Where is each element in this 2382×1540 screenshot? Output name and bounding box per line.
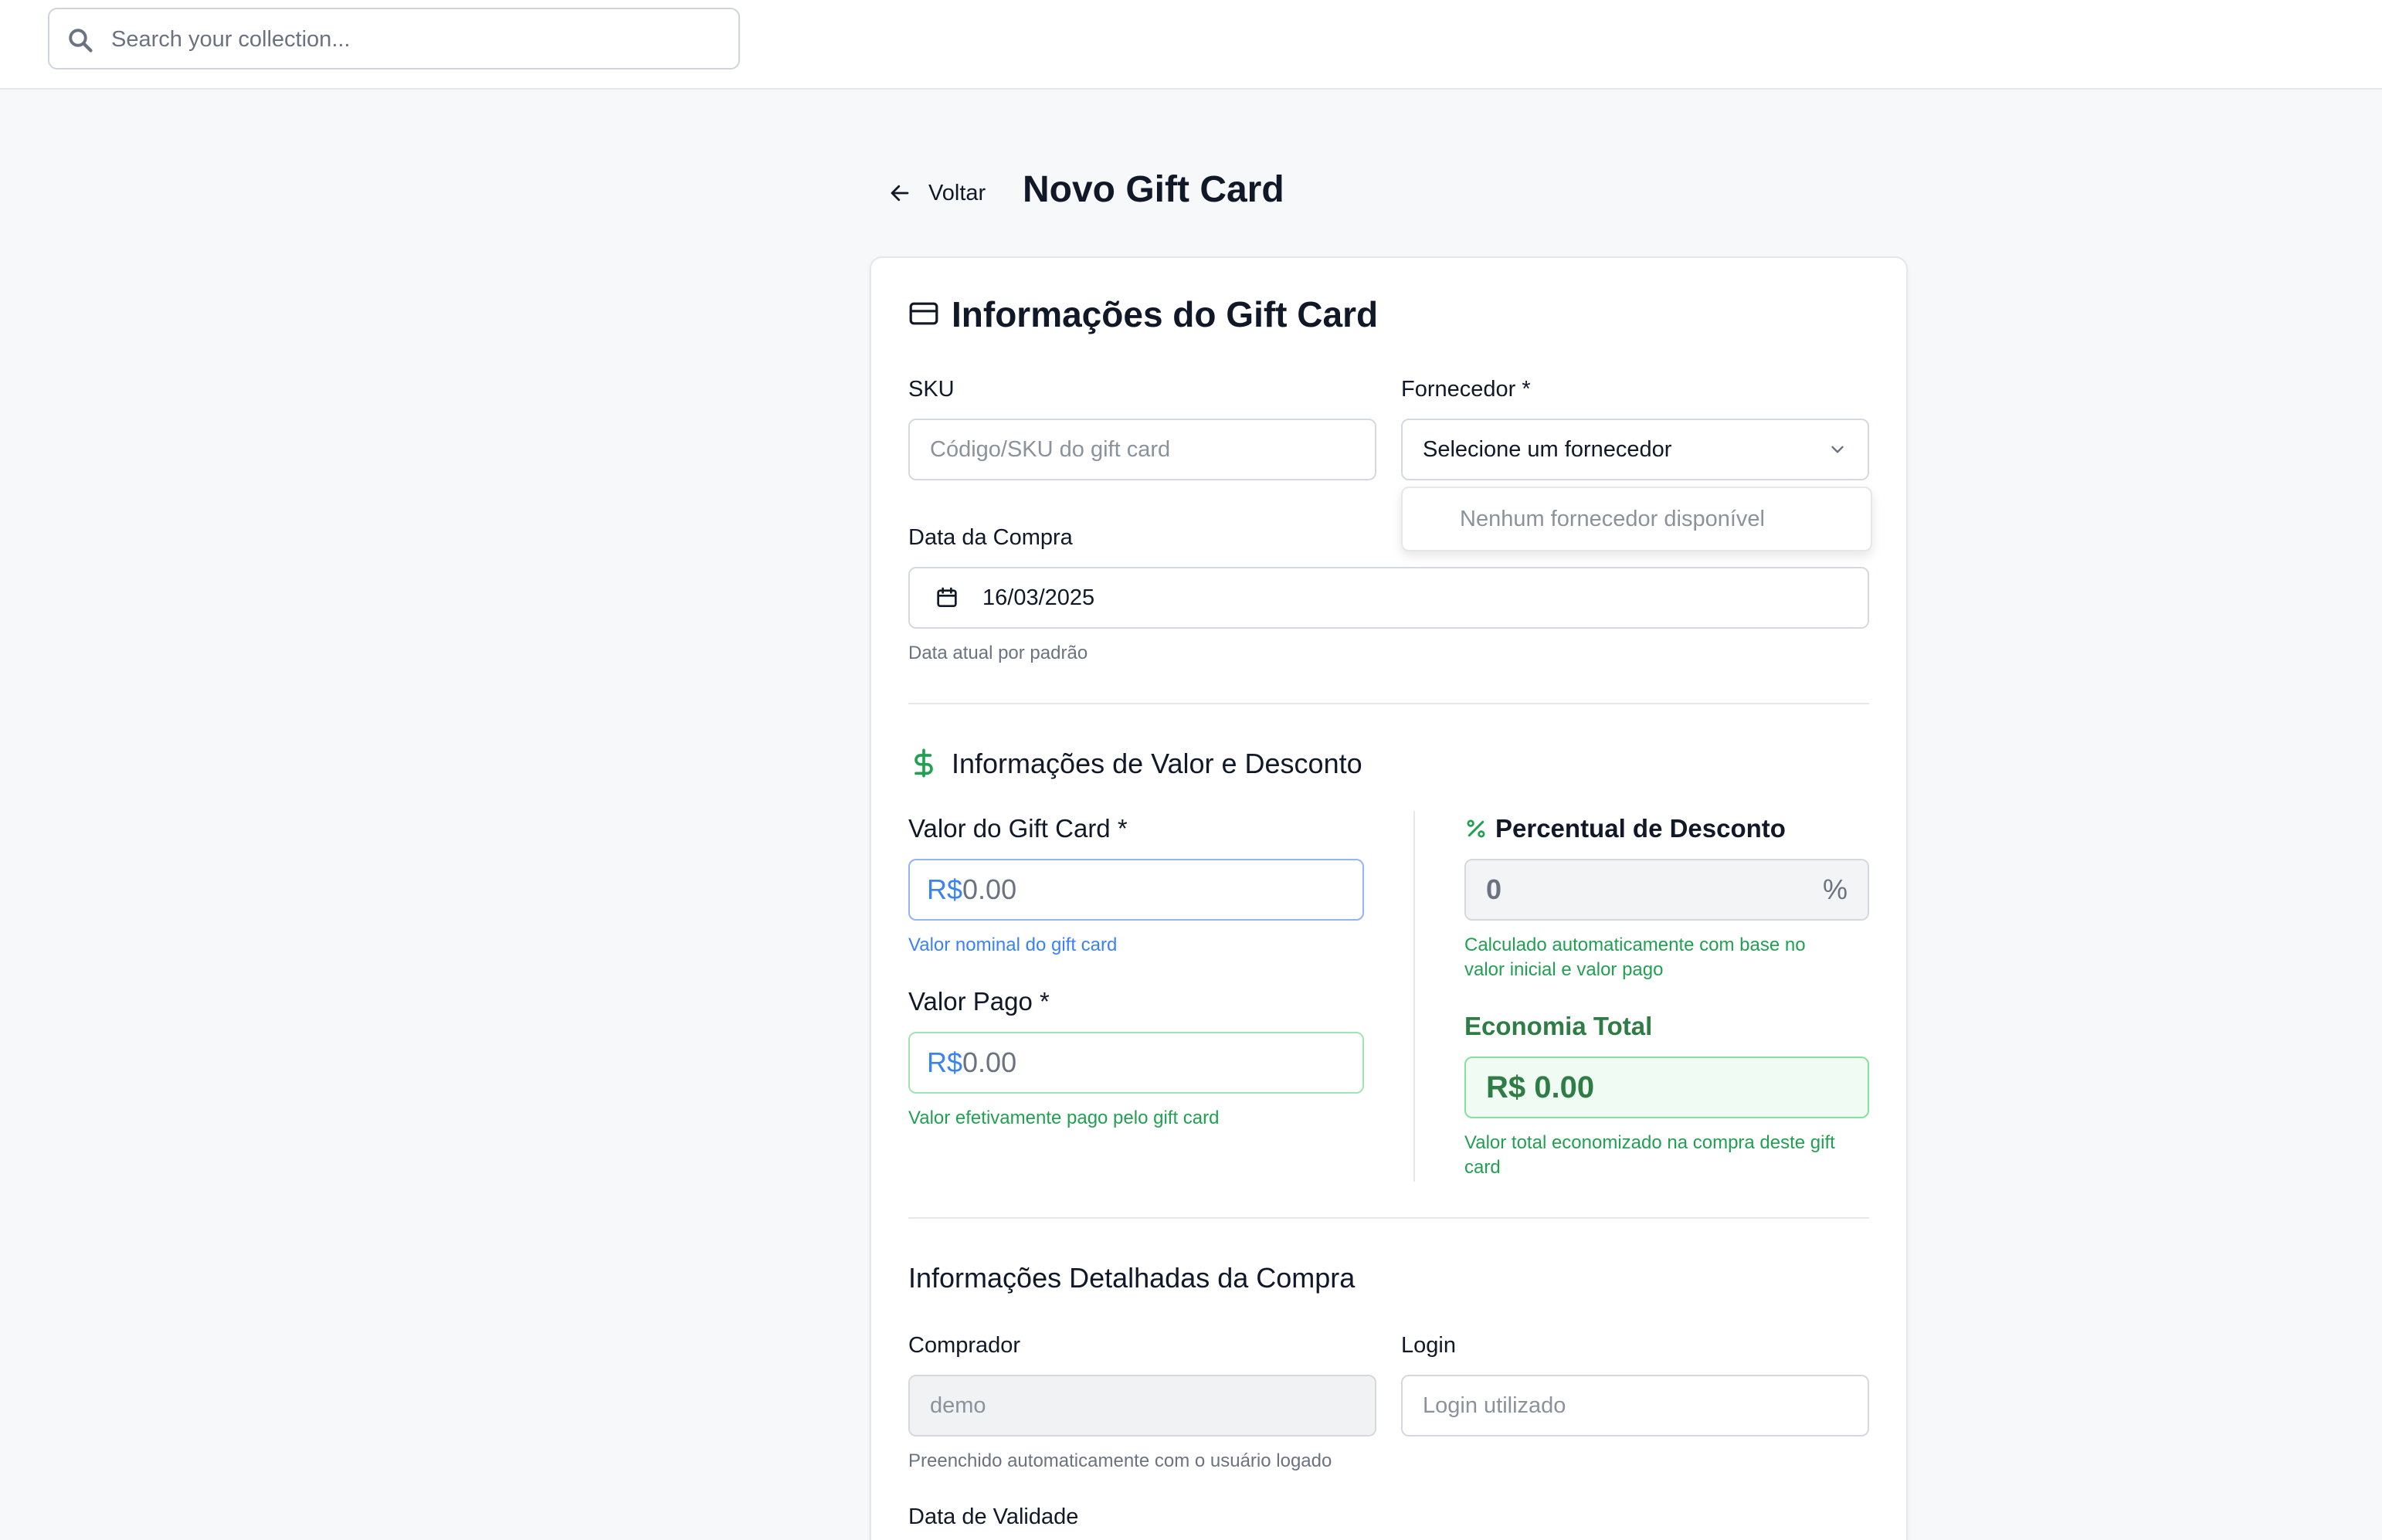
discount-sign: %: [1822, 873, 1848, 905]
arrow-left-icon: [891, 185, 909, 202]
sku-input[interactable]: [930, 436, 1355, 463]
buyer-help: Preenchido automaticamente com o usuário…: [908, 1450, 1332, 1471]
search-box[interactable]: [48, 8, 740, 70]
percent-icon: [1467, 819, 1485, 838]
supplier-selected-value: Selecione um fornecedor: [1423, 436, 1672, 462]
sku-field[interactable]: [908, 419, 1376, 480]
giftcard-value-input[interactable]: R$0.00: [927, 873, 1016, 906]
chevron-down-icon: [1831, 446, 1844, 453]
purchase-date-label: Data da Compra: [908, 525, 1073, 550]
login-field[interactable]: [1401, 1375, 1869, 1437]
section-divider: [908, 703, 1869, 704]
credit-card-icon: [909, 302, 938, 325]
discount-help-line-1: Calculado automaticamente com base no: [1464, 935, 1806, 955]
sku-label: SKU: [908, 377, 955, 402]
back-label: Voltar: [928, 180, 986, 205]
discount-field: 0 %: [1464, 859, 1869, 921]
giftcard-value-field[interactable]: R$0.00: [908, 859, 1364, 921]
supplier-select[interactable]: Selecione um fornecedor: [1401, 419, 1869, 480]
savings-field: R$ 0.00: [1464, 1057, 1869, 1118]
purchase-date-help: Data atual por padrão: [908, 643, 1088, 663]
section-title-purchase: Informações Detalhadas da Compra: [908, 1262, 1356, 1294]
purchase-date-field[interactable]: 16/03/2025: [908, 567, 1869, 629]
currency-prefix: R$: [927, 873, 963, 905]
savings-help-line-1: Valor total economizado na compra deste …: [1464, 1132, 1835, 1153]
section-title-value: Informações de Valor e Desconto: [952, 748, 1362, 779]
calendar-icon: [937, 587, 957, 607]
back-button[interactable]: Voltar: [888, 175, 986, 212]
column-divider: [1413, 811, 1415, 1182]
savings-label: Economia Total: [1464, 1012, 1653, 1040]
giftcard-value-help: Valor nominal do gift card: [908, 935, 1118, 955]
discount-help-line-2: valor inicial e valor pago: [1464, 959, 1664, 980]
expiry-date-label: Data de Validade: [908, 1504, 1079, 1529]
buyer-label: Comprador: [908, 1333, 1021, 1358]
paid-value-field[interactable]: R$0.00: [908, 1032, 1364, 1094]
supplier-dropdown-empty-option: Nenhum fornecedor disponível: [1401, 487, 1872, 551]
currency-prefix: R$: [927, 1046, 963, 1078]
paid-value-label: Valor Pago *: [908, 987, 1050, 1016]
savings-value: R$ 0.00: [1486, 1070, 1595, 1104]
login-label: Login: [1401, 1333, 1456, 1358]
buyer-field: demo: [908, 1375, 1376, 1437]
search-icon: [69, 29, 93, 53]
dollar-icon: [914, 748, 933, 778]
section-divider: [908, 1217, 1869, 1219]
discount-label: Percentual de Desconto: [1495, 814, 1786, 843]
login-input[interactable]: [1423, 1392, 1848, 1419]
buyer-value: demo: [930, 1392, 986, 1418]
discount-value: 0: [1486, 873, 1502, 905]
top-bar: [0, 0, 2382, 90]
giftcard-value-label: Valor do Gift Card *: [908, 814, 1128, 843]
paid-value-input[interactable]: R$0.00: [927, 1046, 1016, 1079]
purchase-date-value: 16/03/2025: [982, 585, 1095, 610]
section-title-giftcard: Informações do Gift Card: [952, 294, 1379, 334]
search-input[interactable]: [111, 20, 714, 59]
paid-value-help: Valor efetivamente pago pelo gift card: [908, 1108, 1220, 1128]
savings-help-line-2: card: [1464, 1157, 1501, 1178]
supplier-label: Fornecedor *: [1401, 377, 1531, 402]
page-title: Novo Gift Card: [1023, 169, 1284, 210]
